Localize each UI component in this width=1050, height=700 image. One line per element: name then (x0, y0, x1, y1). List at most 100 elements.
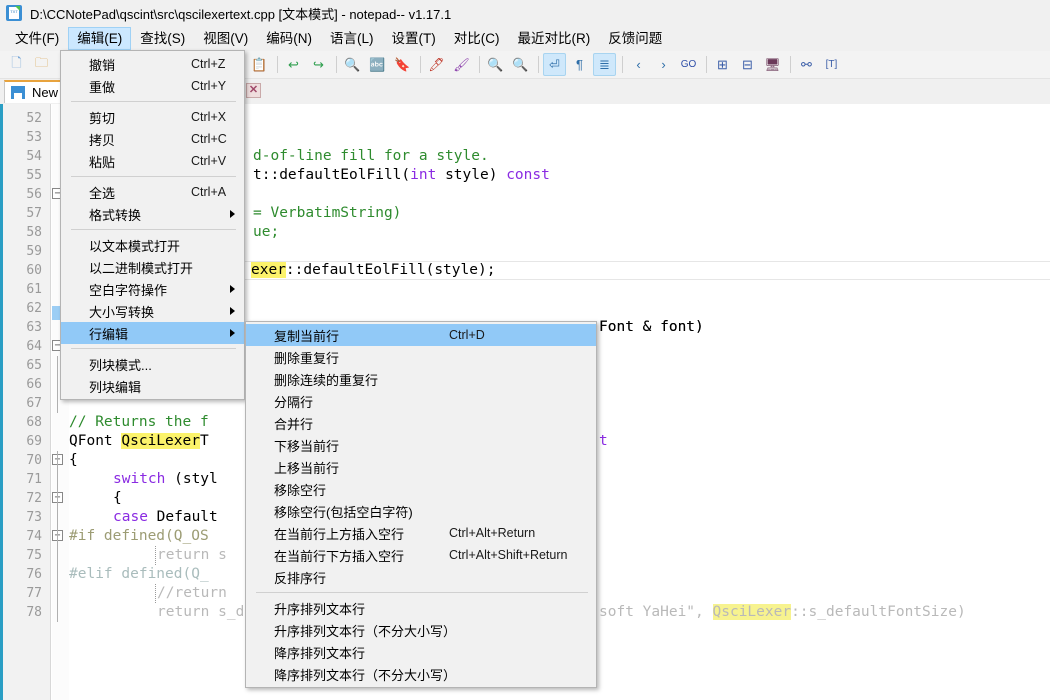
menu-recent-compare[interactable]: 最近对比(R) (509, 27, 600, 50)
menu-item[interactable]: 删除连续的重复行 (246, 368, 596, 390)
menu-item[interactable]: 列块编辑 (61, 375, 244, 397)
menu-item[interactable]: 复制当前行 Ctrl+D (246, 324, 596, 346)
text-mode-icon[interactable]: [T] (820, 53, 843, 76)
menu-item[interactable]: 移除空行(包括空白字符) (246, 500, 596, 522)
menu-item[interactable]: 下移当前行 (246, 434, 596, 456)
menu-item-shortcut: Ctrl+Z (191, 57, 226, 71)
menu-file[interactable]: 文件(F) (6, 27, 68, 50)
split-vertical-icon-glyph: ⊟ (742, 56, 753, 72)
menu-item-label: 删除重复行 (274, 350, 340, 366)
floppy-icon (11, 86, 25, 99)
menu-item-label: 撤销 (89, 57, 116, 73)
zoom-in-icon[interactable]: 🔍 (484, 53, 507, 76)
menu-view[interactable]: 视图(V) (194, 27, 257, 50)
menu-item[interactable]: 行编辑 (61, 322, 244, 344)
monitor-icon[interactable]: 🖥 (761, 53, 784, 76)
zoom-out-icon[interactable]: 🔍 (509, 53, 532, 76)
tab-new[interactable]: New (4, 80, 66, 103)
monitor-icon-glyph: 🖥 (764, 56, 781, 72)
line-number: 74 (26, 529, 42, 544)
menu-encoding[interactable]: 编码(N) (257, 27, 321, 50)
menu-item[interactable]: 剪切 Ctrl+X (61, 106, 244, 128)
indent-guide (155, 546, 156, 565)
line-number: 59 (26, 244, 42, 259)
menu-item[interactable]: 以文本模式打开 (61, 234, 244, 256)
menu-item-label: 格式转换 (89, 207, 142, 223)
show-pilcrow-icon[interactable]: ¶ (568, 53, 591, 76)
menu-compare[interactable]: 对比(C) (445, 27, 509, 50)
menu-item-label: 移除空行 (274, 482, 327, 498)
code-line: { (69, 452, 78, 468)
menu-item[interactable]: 拷贝 Ctrl+C (61, 128, 244, 150)
menu-item-label: 列块编辑 (89, 379, 142, 395)
edit-dropdown-menu[interactable]: 撤销 Ctrl+Z 重做 Ctrl+Y 剪切 Ctrl+X 拷贝 Ctrl+C 粘贴 Ctrl+V… (60, 50, 245, 400)
menu-item[interactable]: 反排序行 (246, 566, 596, 588)
nav-forward-icon[interactable]: › (652, 53, 675, 76)
menu-item[interactable]: 在当前行下方插入空行 Ctrl+Alt+Shift+Return (246, 544, 596, 566)
menu-item[interactable]: 分隔行 (246, 390, 596, 412)
line-edit-submenu[interactable]: 复制当前行 Ctrl+D 删除重复行删除连续的重复行 分隔行 合并行下移当前行上移当前行… (245, 321, 597, 688)
menu-settings[interactable]: 设置(T) (383, 27, 445, 50)
menu-item[interactable]: 重做 Ctrl+Y (61, 75, 244, 97)
goto-icon[interactable]: GO (677, 53, 700, 76)
menu-item[interactable]: 合并行 (246, 412, 596, 434)
code-line-fragment: Font & font) (599, 319, 704, 335)
menu-item[interactable]: 列块模式... (61, 353, 244, 375)
line-number: 72 (26, 491, 42, 506)
menu-item[interactable]: 空白字符操作 (61, 278, 244, 300)
menu-item[interactable]: 降序排列文本行 (246, 641, 596, 663)
paste-icon[interactable]: 📋 (248, 53, 271, 76)
tab-close-button[interactable]: ✕ (246, 83, 261, 98)
menu-item[interactable]: 升序排列文本行（不分大小写） (246, 619, 596, 641)
line-number: 66 (26, 377, 42, 392)
menu-item[interactable]: 上移当前行 (246, 456, 596, 478)
indent-guide (155, 584, 156, 603)
menu-item[interactable]: 移除空行 (246, 478, 596, 500)
menu-item[interactable]: 降序排列文本行（不分大小写） (246, 663, 596, 685)
split-vertical-icon[interactable]: ⊟ (736, 53, 759, 76)
line-number: 52 (26, 111, 42, 126)
redo-icon[interactable]: ↪ (307, 53, 330, 76)
hierarchy-icon[interactable]: ⚯ (795, 53, 818, 76)
menu-separator (71, 348, 236, 349)
menu-item[interactable]: 删除重复行 (246, 346, 596, 368)
find-icon[interactable]: 🔍 (341, 53, 364, 76)
find-icon-glyph: 🔍 (344, 56, 361, 72)
menu-item-label: 在当前行上方插入空行 (274, 526, 405, 542)
bookmark-icon[interactable]: 🔖 (391, 53, 414, 76)
menu-item[interactable]: 撤销 Ctrl+Z (61, 53, 244, 75)
menu-item[interactable]: 以二进制模式打开 (61, 256, 244, 278)
menu-item-label: 下移当前行 (274, 438, 340, 454)
line-number: 65 (26, 358, 42, 373)
line-number: 67 (26, 396, 42, 411)
menu-separator (71, 101, 236, 102)
menu-item[interactable]: 全选 Ctrl+A (61, 181, 244, 203)
menu-item-label: 在当前行下方插入空行 (274, 548, 405, 564)
menu-item-label: 上移当前行 (274, 460, 340, 476)
code-line: //return (157, 585, 227, 601)
show-eol-icon[interactable]: ⏎ (543, 53, 566, 76)
menu-item-shortcut: Ctrl+Alt+Return (449, 526, 536, 540)
undo-icon[interactable]: ↩ (282, 53, 305, 76)
menu-item-label: 升序排列文本行 (274, 601, 366, 617)
mark-icon[interactable]: 🖊 (425, 53, 448, 76)
menu-item-label: 以文本模式打开 (89, 238, 181, 254)
menu-item[interactable]: 在当前行上方插入空行 Ctrl+Alt+Return (246, 522, 596, 544)
menu-search[interactable]: 查找(S) (131, 27, 194, 50)
menu-item[interactable]: 升序排列文本行 (246, 597, 596, 619)
menu-feedback[interactable]: 反馈问题 (599, 27, 671, 50)
clear-mark-icon[interactable]: 🖌 (450, 53, 473, 76)
menu-item[interactable]: 格式转换 (61, 203, 244, 225)
submenu-arrow-icon (230, 285, 235, 293)
open-file-icon[interactable]: 🗀 (30, 53, 53, 76)
nav-back-icon[interactable]: ‹ (627, 53, 650, 76)
new-file-icon[interactable]: 🗋 (5, 53, 28, 76)
menu-item[interactable]: 粘贴 Ctrl+V (61, 150, 244, 172)
show-all-chars-icon[interactable]: ≣ (593, 53, 616, 76)
menu-item[interactable]: 大小写转换 (61, 300, 244, 322)
split-horizontal-icon[interactable]: ⊞ (711, 53, 734, 76)
line-number-gutter: 52 53 54 55 56 57 58 59 60 61 62 63 64 65 66 67 68 69 70 71… (3, 104, 51, 700)
menu-language[interactable]: 语言(L) (321, 27, 383, 50)
replace-icon[interactable]: 🔤 (366, 53, 389, 76)
menu-edit[interactable]: 编辑(E) (68, 26, 132, 50)
